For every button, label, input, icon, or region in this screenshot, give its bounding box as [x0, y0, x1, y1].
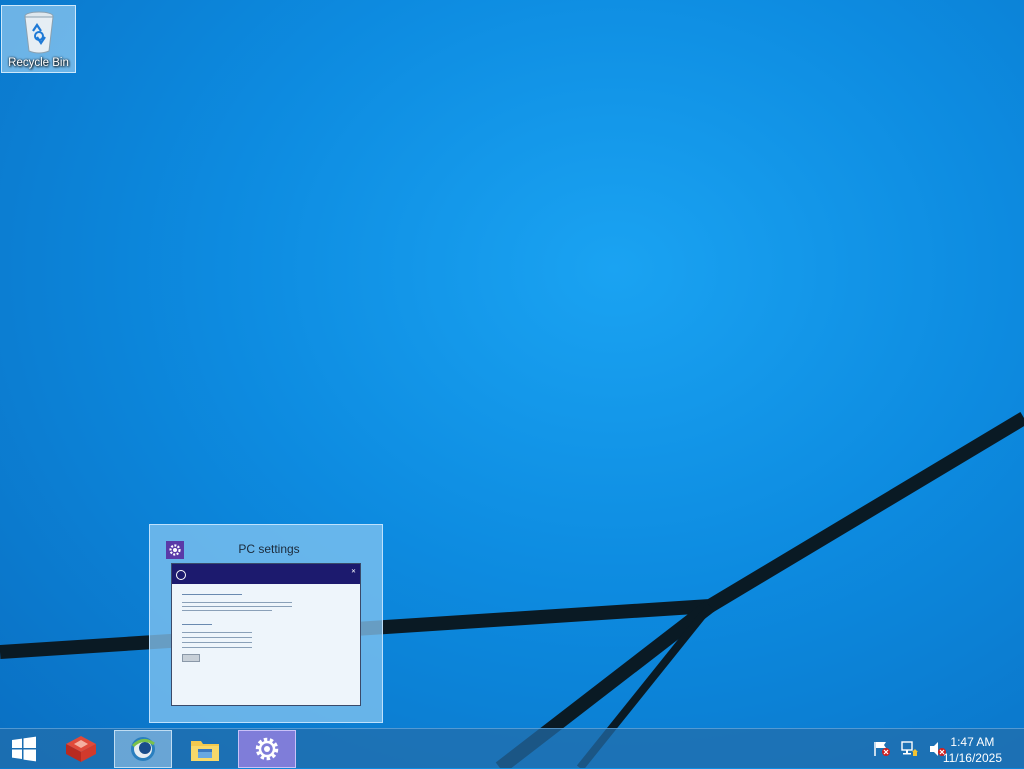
folder-icon: [191, 741, 219, 761]
start-button[interactable]: [0, 730, 48, 768]
gear-icon: [255, 737, 279, 761]
taskbar-clock[interactable]: 1:47 AM 11/16/2025: [943, 734, 1002, 766]
taskbar-thumbnail-popup[interactable]: PC settings ✕: [149, 524, 383, 723]
thumbnail-title: PC settings: [238, 542, 300, 556]
preview-heading-line: [182, 624, 212, 625]
browser-globe-icon: [131, 737, 155, 761]
recycle-bin-label: Recycle Bin: [8, 57, 69, 69]
close-icon: ✕: [350, 569, 356, 575]
taskbar-app-pc-settings[interactable]: [238, 730, 296, 768]
preview-text-line: [182, 610, 272, 611]
preview-text-line: [182, 632, 252, 633]
taskbar-app-browser[interactable]: [114, 730, 172, 768]
system-tray: [872, 729, 948, 769]
clock-time: 1:47 AM: [950, 735, 995, 749]
preview-text-line: [182, 642, 252, 643]
preview-heading-line: [182, 594, 242, 595]
network-icon[interactable]: [900, 740, 920, 758]
preview-button: [182, 654, 200, 662]
preview-text-line: [182, 637, 252, 638]
window-preview[interactable]: ✕: [171, 563, 361, 706]
preview-titlebar: ✕: [172, 564, 360, 584]
back-icon: [176, 570, 186, 580]
taskbar-app-file-explorer[interactable]: [176, 730, 234, 768]
windows-logo-icon: [12, 736, 36, 762]
preview-text-line: [182, 602, 292, 603]
recycle-bin-desktop-icon[interactable]: Recycle Bin: [1, 5, 76, 73]
action-center-flag-icon[interactable]: [872, 740, 892, 758]
recycle-bin-icon: [23, 11, 54, 54]
red-cube-icon: [66, 736, 96, 762]
preview-text-line: [182, 606, 292, 607]
preview-text-line: [182, 647, 252, 648]
clock-date: 11/16/2025: [942, 751, 1002, 765]
taskbar: 1:47 AM 11/16/2025: [0, 728, 1024, 768]
taskbar-app-rhino[interactable]: [52, 730, 110, 768]
